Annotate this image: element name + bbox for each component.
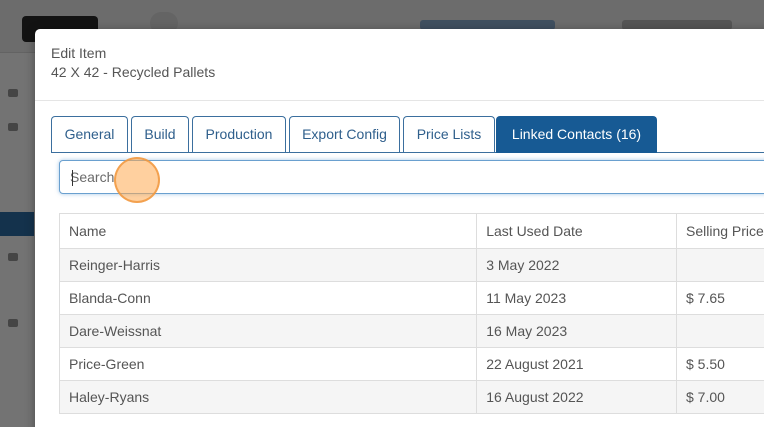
linked-contacts-table: Name Last Used Date Selling Price Reinge…: [58, 213, 764, 414]
cell-last-used-date: 22 August 2021: [476, 347, 677, 381]
cell-last-used-date: 11 May 2023: [476, 281, 677, 315]
tab-price-lists[interactable]: Price Lists: [403, 116, 495, 152]
search-input[interactable]: [70, 161, 760, 193]
click-indicator: [114, 157, 160, 203]
table-header-row: Name Last Used Date Selling Price: [58, 213, 764, 249]
cell-name: Reinger-Harris: [58, 248, 478, 282]
cell-last-used-date: 16 August 2022: [476, 380, 677, 414]
cell-selling-price: $ 7.00: [676, 380, 764, 414]
cell-name: Dare-Weissnat: [58, 314, 478, 348]
edit-item-modal: Edit Item 42 X 42 - Recycled Pallets Gen…: [35, 29, 764, 427]
tab-build[interactable]: Build: [131, 116, 189, 152]
table-row[interactable]: Price-Green 22 August 2021 $ 5.50: [58, 347, 764, 381]
cell-name: Price-Green: [58, 347, 478, 381]
tab-export-config[interactable]: Export Config: [289, 116, 400, 152]
cell-selling-price: $ 5.50: [676, 347, 764, 381]
tab-bar: General Build Production Export Config P…: [51, 116, 764, 153]
cell-selling-price: [676, 248, 764, 282]
column-header-last-used-date[interactable]: Last Used Date: [476, 213, 677, 249]
column-header-name[interactable]: Name: [58, 213, 478, 249]
search-field[interactable]: [59, 160, 764, 194]
cell-last-used-date: 3 May 2022: [476, 248, 677, 282]
tab-linked-contacts[interactable]: Linked Contacts (16): [496, 116, 657, 153]
tab-general[interactable]: General: [51, 116, 128, 152]
cell-last-used-date: 16 May 2023: [476, 314, 677, 348]
table-row[interactable]: Blanda-Conn 11 May 2023 $ 7.65: [58, 281, 764, 315]
text-caret: [72, 170, 73, 186]
cell-selling-price: [676, 314, 764, 348]
cell-name: Haley-Ryans: [58, 380, 478, 414]
tab-production[interactable]: Production: [192, 116, 286, 152]
column-header-selling-price[interactable]: Selling Price: [676, 213, 764, 249]
table-row[interactable]: Reinger-Harris 3 May 2022: [58, 248, 764, 282]
table-row[interactable]: Haley-Ryans 16 August 2022 $ 7.00: [58, 380, 764, 414]
cell-name: Blanda-Conn: [58, 281, 478, 315]
cell-selling-price: $ 7.65: [676, 281, 764, 315]
modal-item-name: 42 X 42 - Recycled Pallets: [51, 64, 216, 80]
modal-title: Edit Item: [51, 45, 107, 61]
table-row[interactable]: Dare-Weissnat 16 May 2023: [58, 314, 764, 348]
tab-bar-underline: [51, 152, 764, 153]
modal-header: Edit Item 42 X 42 - Recycled Pallets: [35, 29, 764, 101]
